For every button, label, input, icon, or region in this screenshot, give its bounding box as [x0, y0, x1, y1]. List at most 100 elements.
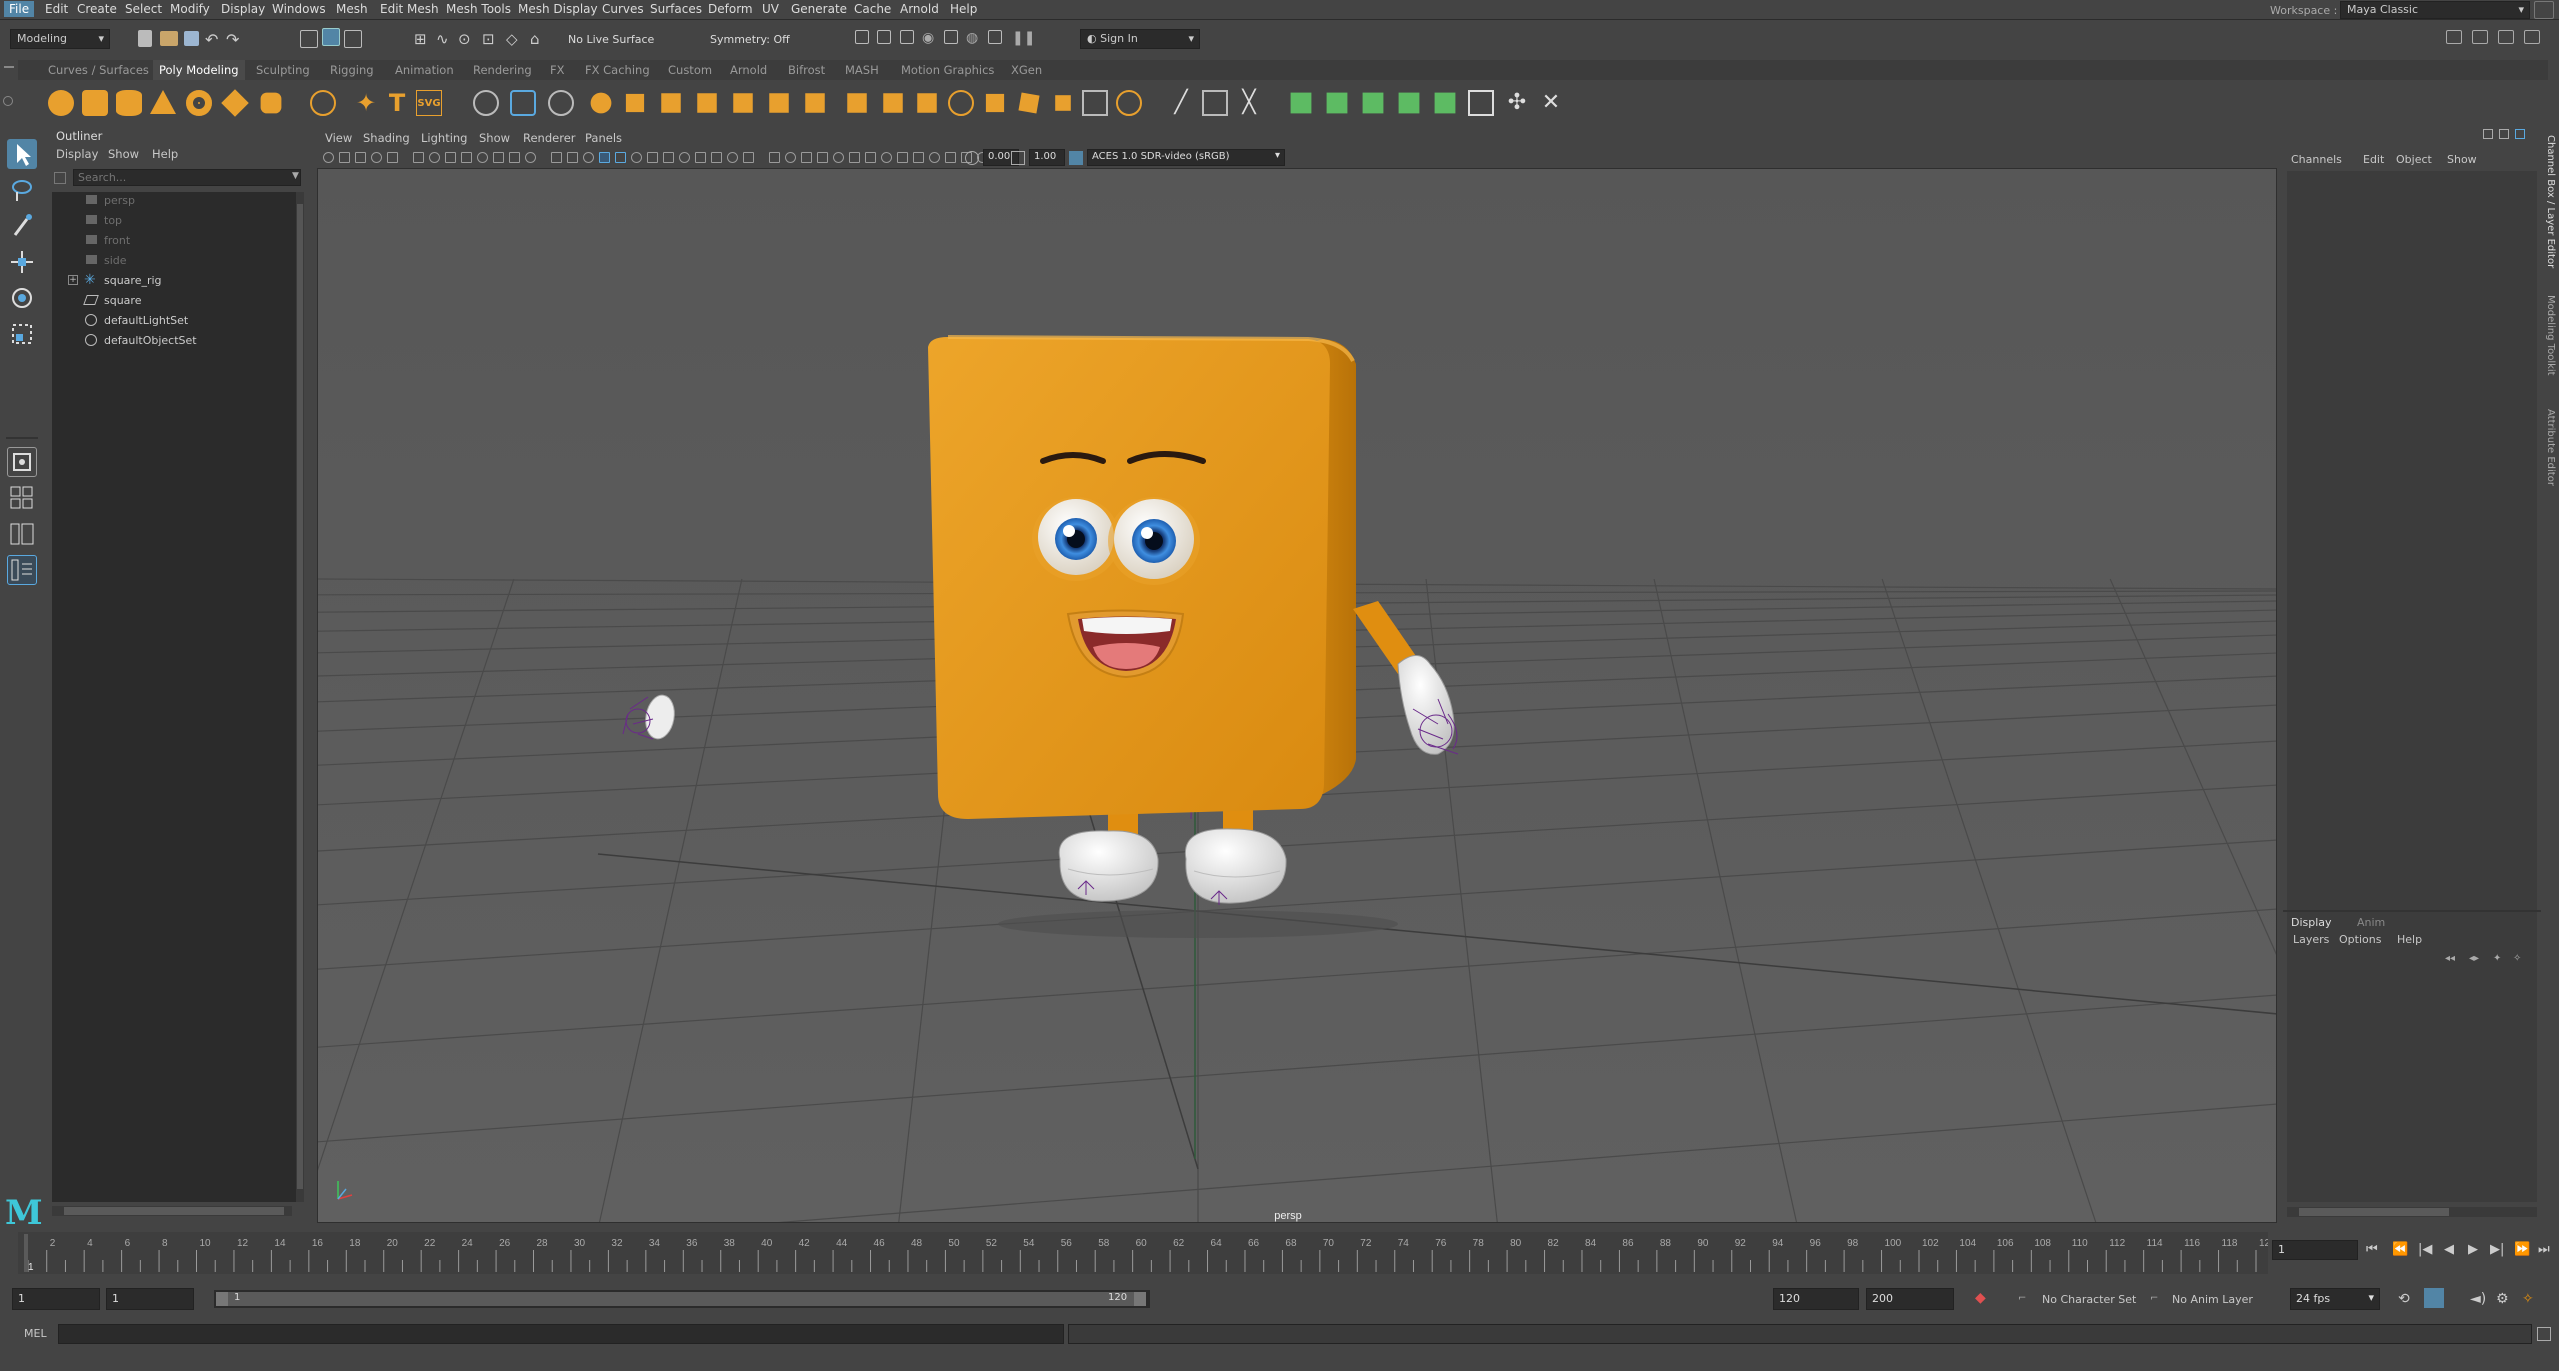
construction-history-icon[interactable] — [855, 30, 869, 44]
shelf-tab-animation[interactable]: Animation — [395, 63, 454, 77]
viewport-menu-lighting[interactable]: Lighting — [421, 131, 467, 145]
mirror-icon[interactable] — [733, 93, 753, 113]
select-object-icon[interactable] — [322, 28, 340, 46]
viewport-toolbar-icon[interactable] — [631, 152, 642, 163]
viewport-toolbar-icon[interactable] — [413, 152, 424, 163]
select-tool-icon[interactable] — [7, 139, 37, 169]
workspace-dropdown[interactable]: Maya Classic ▾ — [2340, 1, 2530, 19]
shelf-tab-xgen[interactable]: XGen — [1011, 63, 1042, 77]
menu-select[interactable]: Select — [125, 2, 162, 16]
poke-icon[interactable] — [1018, 92, 1040, 114]
offset-loop-icon[interactable]: ╳ — [1236, 90, 1262, 116]
viewport-toolbar-icon[interactable] — [477, 152, 488, 163]
single-perspective-layout-icon[interactable] — [7, 447, 37, 477]
command-input[interactable] — [58, 1324, 1064, 1344]
viewport-toolbar-icon[interactable] — [801, 152, 812, 163]
snap-surface-icon[interactable]: ◇ — [506, 30, 524, 48]
slide-edge-icon[interactable] — [1326, 92, 1348, 114]
scrollbar-thumb[interactable] — [64, 1207, 284, 1215]
range-end-grip[interactable] — [1134, 1292, 1146, 1306]
shelf-tab-fx-caching[interactable]: FX Caching — [585, 63, 650, 77]
channel-box-icon[interactable] — [2524, 30, 2540, 44]
poly-disc-icon[interactable] — [260, 92, 282, 114]
shelf-tab-mash[interactable]: MASH — [845, 63, 879, 77]
new-scene-icon[interactable] — [138, 30, 152, 47]
viewport-toolbar-icon[interactable] — [509, 152, 520, 163]
loop-icon[interactable]: ⟲ — [2398, 1291, 2410, 1307]
shelf-tab-curves-surfaces[interactable]: Curves / Surfaces — [48, 63, 149, 77]
fps-dropdown[interactable]: 24 fps ▾ — [2290, 1288, 2380, 1310]
menu-generate[interactable]: Generate — [791, 2, 847, 16]
soft-select-icon[interactable]: ✕ — [1538, 90, 1564, 116]
animation-end-field[interactable]: 200 — [1866, 1288, 1954, 1310]
play-forward-icon[interactable]: ▶ — [2468, 1242, 2478, 1257]
render-setup-icon[interactable] — [944, 30, 958, 44]
channel-layer-divider[interactable] — [2283, 910, 2541, 912]
command-language-label[interactable]: MEL — [24, 1327, 47, 1340]
rotate-tool-icon[interactable] — [7, 283, 37, 313]
step-forward-frame-icon[interactable]: ▶| — [2490, 1242, 2504, 1257]
separate-icon[interactable] — [625, 93, 645, 113]
side-tab-attribute-editor[interactable]: Attribute Editor — [2545, 409, 2556, 486]
outliner-layout-icon[interactable] — [7, 555, 37, 585]
outliner-vertical-scrollbar[interactable] — [296, 192, 304, 1202]
auto-key-icon[interactable]: ◆ — [1975, 1290, 1986, 1306]
poly-plane-icon[interactable] — [221, 89, 249, 117]
viewport-toolbar-icon[interactable] — [493, 152, 504, 163]
select-hierarchy-icon[interactable] — [300, 30, 318, 48]
play-backward-icon[interactable]: ◀ — [2444, 1242, 2454, 1257]
menu-edit-mesh[interactable]: Edit Mesh — [380, 2, 439, 16]
viewport-toolbar-icon[interactable] — [695, 152, 706, 163]
shelf-tab-motion-graphics[interactable]: Motion Graphics — [901, 63, 994, 77]
attribute-editor-icon[interactable] — [2472, 30, 2488, 44]
pause-viewport-icon[interactable]: ❚❚ — [1012, 30, 1035, 48]
menu-mesh-display[interactable]: Mesh Display — [518, 2, 598, 16]
script-editor-icon[interactable]: ✧ — [2522, 1291, 2534, 1307]
menu-windows[interactable]: Windows — [272, 2, 326, 16]
ipr-render-icon[interactable] — [900, 30, 914, 44]
menu-create[interactable]: Create — [77, 2, 117, 16]
viewport-toolbar-icon[interactable] — [461, 152, 472, 163]
viewport-toolbar-icon[interactable] — [679, 152, 690, 163]
go-to-end-icon[interactable]: ⏭ — [2538, 1242, 2550, 1257]
conform-icon[interactable] — [1468, 90, 1494, 116]
current-time-indicator[interactable] — [24, 1234, 28, 1272]
cache-playback-icon[interactable] — [2424, 1288, 2444, 1308]
shelf-tab-fx[interactable]: FX — [550, 63, 565, 77]
persp-outliner-layout-icon[interactable] — [7, 519, 37, 549]
sculpt-tools-icon[interactable] — [1290, 92, 1312, 114]
extract-icon[interactable] — [769, 93, 789, 113]
range-slider-track[interactable]: 1 120 — [214, 1290, 1150, 1308]
sweep-mesh-icon[interactable]: ✦ — [353, 90, 379, 116]
menu-display[interactable]: Display — [221, 2, 265, 16]
channel-box-option-icon[interactable] — [2483, 129, 2493, 139]
viewport-toolbar-icon[interactable] — [849, 152, 860, 163]
viewport-toolbar-icon[interactable] — [913, 152, 924, 163]
sound-icon[interactable]: ◄) — [2470, 1291, 2486, 1307]
shelf-tab-poly-modeling[interactable]: Poly Modeling — [153, 60, 245, 80]
viewport-toolbar-icon[interactable] — [865, 152, 876, 163]
menu-arnold[interactable]: Arnold — [900, 2, 939, 16]
lasso-tool-icon[interactable] — [7, 175, 37, 205]
multi-cut-icon[interactable]: ╱ — [1168, 90, 1194, 116]
viewport-toolbar-icon[interactable] — [929, 152, 940, 163]
save-scene-icon[interactable] — [184, 31, 199, 46]
viewport-toolbar-icon[interactable] — [663, 152, 674, 163]
outliner-item-side[interactable]: side — [52, 252, 292, 271]
character-set-label[interactable]: No Character Set — [2042, 1293, 2136, 1306]
viewport-toolbar-icon[interactable] — [769, 152, 780, 163]
target-weld-icon[interactable] — [948, 90, 974, 116]
shelf-tab-arnold[interactable]: Arnold — [730, 63, 767, 77]
boolean-icon[interactable] — [697, 93, 717, 113]
snap-live-icon[interactable]: ⌂ — [530, 30, 548, 48]
scale-tool-icon[interactable] — [7, 319, 37, 349]
time-slider-ruler[interactable]: 2 4 6 8 10 12 14 16 18 20 22 24 26 28 30 32 34 36 38 40 42 44… — [18, 1232, 2268, 1274]
search-options-icon[interactable] — [54, 172, 66, 184]
viewport-toolbar-icon[interactable] — [567, 152, 578, 163]
merge-icon[interactable] — [985, 93, 1005, 113]
outliner-menu-show[interactable]: Show — [108, 147, 139, 161]
layer-menu-help[interactable]: Help — [2397, 933, 2422, 946]
new-layer-selected-icon[interactable]: ✧ — [2513, 953, 2521, 964]
light-editor-icon[interactable]: ◍ — [966, 30, 984, 48]
wedge-icon[interactable] — [1055, 95, 1071, 111]
